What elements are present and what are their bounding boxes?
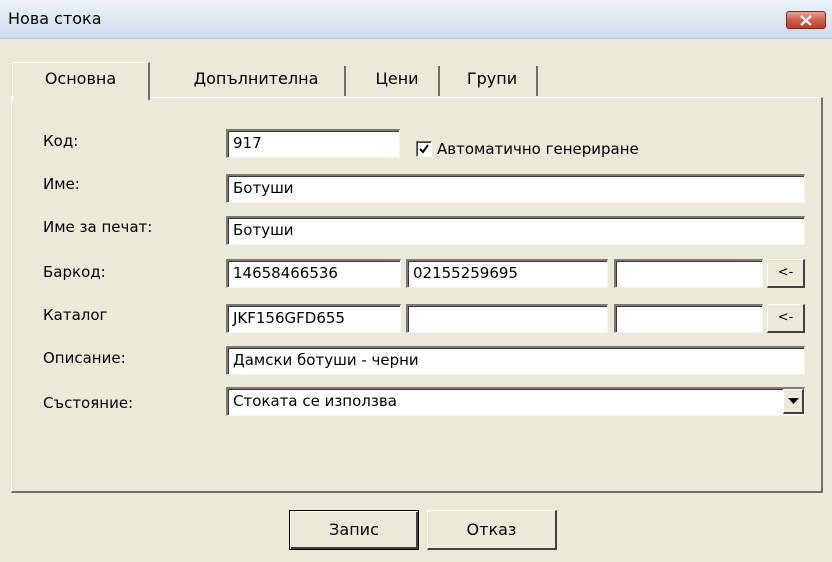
chevron-down-icon	[788, 398, 799, 404]
status-label: Състояние:	[43, 394, 134, 412]
code-field[interactable]: 917	[226, 129, 400, 158]
catalog-fill-button[interactable]: <-	[767, 304, 805, 333]
status-dropdown-button[interactable]	[783, 389, 804, 414]
close-icon	[800, 15, 812, 26]
save-button[interactable]: Запис	[289, 510, 419, 550]
checkmark-icon	[419, 144, 429, 154]
tab-groups[interactable]: Групи	[448, 66, 538, 96]
tab-additional[interactable]: Допълнителна	[168, 66, 346, 96]
status-select[interactable]: Стоката се използва	[226, 387, 805, 416]
barcode-field-3[interactable]	[614, 259, 763, 288]
description-field[interactable]: Дамски ботуши - черни	[226, 346, 805, 375]
print-name-field[interactable]: Ботуши	[226, 216, 805, 245]
barcode-field-2[interactable]: 02155259695	[406, 259, 608, 288]
code-label: Код:	[43, 132, 79, 150]
cancel-button[interactable]: Отказ	[427, 510, 557, 550]
barcode-field-1[interactable]: 14658466536	[226, 259, 401, 288]
catalog-field-3[interactable]	[614, 304, 763, 333]
tab-prices[interactable]: Цени	[356, 66, 440, 96]
catalog-label: Каталог	[43, 306, 108, 324]
tab-main[interactable]: Основна	[12, 62, 150, 100]
catalog-field-1[interactable]: JKF156GFD655	[226, 304, 401, 333]
name-label: Име:	[43, 175, 80, 193]
dialog-window: Нова стока Основна Допълнителна Цени Гру…	[0, 0, 832, 562]
barcode-fill-button[interactable]: <-	[767, 259, 805, 288]
window-title: Нова стока	[8, 9, 102, 28]
close-button[interactable]	[786, 11, 826, 29]
name-field[interactable]: Ботуши	[226, 174, 805, 203]
barcode-label: Баркод:	[43, 263, 106, 281]
catalog-field-2[interactable]	[406, 304, 608, 333]
description-label: Описание:	[43, 349, 126, 367]
auto-generate-checkbox[interactable]	[416, 141, 432, 157]
auto-generate-label: Автоматично генериране	[437, 140, 639, 158]
print-name-label: Име за печат:	[43, 218, 153, 236]
title-bar: Нова стока	[0, 0, 832, 39]
